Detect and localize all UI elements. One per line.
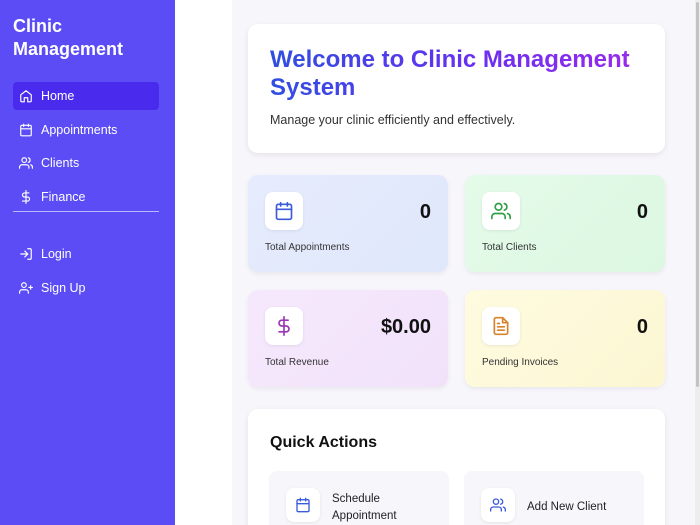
sidebar-item-login[interactable]: Login	[13, 240, 159, 268]
sidebar-item-signup[interactable]: Sign Up	[13, 274, 159, 302]
calendar-icon	[19, 123, 33, 137]
main-nav: Home Appointments Clients Finance	[13, 82, 159, 216]
sidebar-item-clients[interactable]: Clients	[13, 149, 159, 177]
stat-label: Pending Invoices	[482, 357, 559, 368]
auth-nav: Login Sign Up	[13, 240, 159, 307]
quick-actions-card: Quick Actions Schedule Appointment Add N…	[248, 409, 665, 525]
dollar-icon	[265, 307, 303, 345]
stat-label: Total Clients	[482, 242, 537, 253]
quick-actions-title: Quick Actions	[270, 434, 377, 451]
sidebar-item-appointments[interactable]: Appointments	[13, 116, 159, 144]
stat-card-appointments: 0 Total Appointments	[248, 175, 448, 272]
sidebar: Clinic Management Home Appointments Clie…	[0, 0, 175, 525]
welcome-card: Welcome to Clinic Management System Mana…	[248, 24, 665, 153]
sidebar-item-finance[interactable]: Finance	[13, 183, 159, 211]
scrollbar-thumb[interactable]	[696, 2, 699, 387]
calendar-icon	[286, 488, 320, 522]
stat-value: 0	[636, 316, 648, 338]
stat-card-clients: 0 Total Clients	[465, 175, 665, 272]
quick-action-label: Schedule Appointment	[332, 493, 397, 522]
login-icon	[19, 247, 33, 261]
content-gutter	[175, 0, 232, 525]
add-new-client-button[interactable]: Add New Client	[464, 471, 644, 525]
stat-card-invoices: 0 Pending Invoices	[465, 290, 665, 387]
users-icon	[481, 488, 515, 522]
sidebar-item-home[interactable]: Home	[13, 82, 159, 110]
users-icon	[19, 156, 33, 170]
dollar-icon	[19, 189, 33, 204]
sidebar-item-label: Sign Up	[41, 280, 86, 295]
sidebar-item-label: Appointments	[41, 122, 118, 137]
stat-card-revenue: $0.00 Total Revenue	[248, 290, 448, 387]
stat-label: Total Appointments	[265, 242, 350, 253]
sidebar-divider	[13, 211, 159, 212]
quick-action-label: Add New Client	[527, 501, 607, 513]
sidebar-item-label: Clients	[41, 156, 80, 170]
stat-label: Total Revenue	[265, 357, 329, 368]
stat-value: 0	[636, 201, 648, 223]
sidebar-item-label: Home	[41, 89, 75, 103]
home-icon	[19, 89, 33, 103]
sidebar-item-label: Finance	[41, 189, 86, 204]
schedule-appointment-button[interactable]: Schedule Appointment	[269, 471, 449, 525]
calendar-icon	[265, 192, 303, 230]
sidebar-item-label: Login	[41, 247, 72, 261]
user-plus-icon	[19, 281, 33, 295]
stat-value: $0.00	[380, 316, 431, 338]
users-icon	[482, 192, 520, 230]
page-title: Welcome to Clinic Management System	[270, 46, 650, 102]
file-text-icon	[482, 307, 520, 345]
stat-value: 0	[419, 201, 431, 223]
welcome-subtitle: Manage your clinic efficiently and effec…	[270, 113, 516, 127]
brand-title: Clinic Management	[13, 16, 124, 59]
